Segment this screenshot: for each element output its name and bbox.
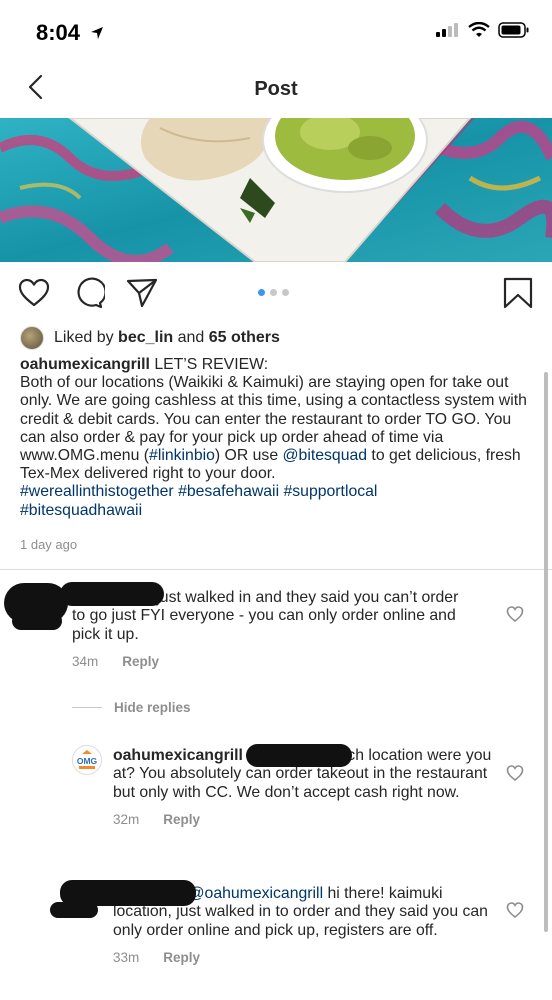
reply-button[interactable]: Reply (122, 654, 159, 669)
svg-text:OMG: OMG (77, 756, 98, 766)
comment-time: 34m (72, 654, 99, 670)
redacted-username (60, 582, 164, 606)
reply-button[interactable]: Reply (163, 950, 200, 965)
location-arrow-icon (90, 20, 104, 46)
mention-link[interactable]: @oahumexicangrill (189, 885, 324, 902)
redacted-username (246, 744, 352, 767)
scrollbar[interactable] (544, 372, 548, 932)
cellular-signal-icon (436, 23, 460, 42)
comment-icon[interactable] (71, 276, 107, 310)
avatar[interactable]: OMG (72, 745, 102, 775)
heart-icon[interactable] (506, 605, 524, 623)
wifi-icon (468, 21, 490, 43)
redacted-mark (12, 612, 62, 630)
hashtag-link[interactable]: #besafehawaii (178, 483, 279, 500)
carousel-dot (282, 289, 289, 296)
likes-text: Liked by bec_lin and 65 others (54, 329, 280, 346)
divider (72, 707, 102, 708)
heart-icon[interactable] (506, 764, 524, 782)
redacted-avatar (50, 902, 98, 918)
reply-button[interactable]: Reply (163, 812, 200, 827)
battery-icon (498, 22, 530, 43)
likes-row[interactable]: Liked by bec_lin and 65 others (20, 325, 280, 351)
hashtag-link[interactable]: #supportlocal (283, 483, 377, 500)
status-time: 8:04 (36, 20, 104, 46)
caption-username[interactable]: oahumexicangrill (20, 356, 150, 373)
post-timestamp: 1 day ago (20, 537, 78, 552)
reply-time: 32m (113, 812, 140, 828)
page-title: Post (254, 78, 298, 100)
carousel-indicator (258, 289, 289, 296)
heart-icon[interactable] (506, 901, 524, 919)
carousel-dot-active (258, 289, 265, 296)
avatar (20, 326, 44, 350)
status-bar: 8:04 (0, 0, 552, 64)
divider (0, 569, 552, 570)
mention-link[interactable]: @bitesquad (283, 447, 368, 464)
hashtag-link[interactable]: #linkinbio (149, 447, 215, 464)
nav-bar: Post (0, 64, 552, 118)
bookmark-icon[interactable] (501, 276, 535, 310)
carousel-dot (270, 289, 277, 296)
post-image[interactable] (0, 118, 552, 262)
hashtag-link[interactable]: #wereallinthistogether (20, 483, 174, 500)
likes-count[interactable]: 65 others (209, 329, 280, 346)
reply-time: 33m (113, 950, 140, 966)
reply-username[interactable]: oahumexicangrill (113, 747, 243, 764)
hide-replies-button[interactable]: Hide replies (72, 700, 191, 715)
liker-username[interactable]: bec_lin (118, 329, 173, 346)
post-caption: oahumexicangrill LET’S REVIEW: Both of o… (20, 356, 527, 519)
share-icon[interactable] (125, 276, 159, 310)
heart-icon[interactable] (17, 276, 51, 310)
hashtag-link[interactable]: #bitesquadhawaii (20, 502, 142, 519)
